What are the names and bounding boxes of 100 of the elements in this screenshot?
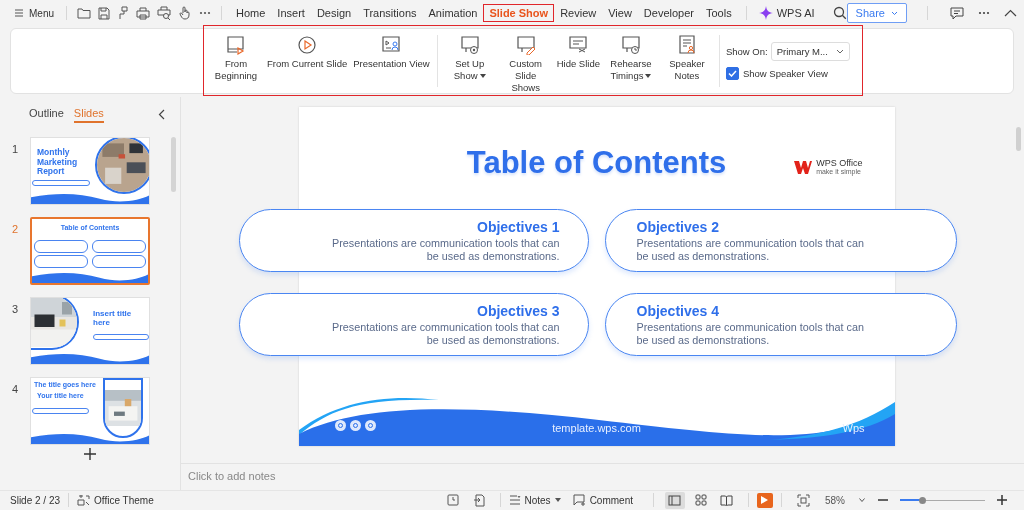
share-button[interactable]: Share bbox=[846, 3, 907, 23]
menu-icon[interactable] bbox=[14, 8, 24, 18]
comment-icon[interactable] bbox=[572, 494, 586, 506]
play-icon[interactable] bbox=[761, 496, 769, 504]
hand-icon[interactable] bbox=[179, 6, 192, 20]
text-line bbox=[32, 408, 89, 414]
ribbon-button[interactable]: From Current Slide bbox=[264, 35, 351, 70]
slide-number: 2 bbox=[12, 223, 20, 235]
pill-shape bbox=[34, 240, 88, 253]
theme-button[interactable]: Office Theme bbox=[77, 494, 154, 506]
slide-hidden-icon[interactable] bbox=[567, 35, 590, 55]
add-slide-icon[interactable] bbox=[84, 448, 96, 460]
collapse-panel-icon[interactable] bbox=[158, 108, 165, 120]
objective-text: Presentations are communication tools that can be used as demonstrations. bbox=[331, 237, 560, 262]
chevron-down-icon[interactable] bbox=[835, 48, 844, 54]
text-line bbox=[93, 334, 149, 340]
social-icon bbox=[349, 420, 361, 431]
collapse-icon[interactable] bbox=[1003, 9, 1017, 17]
scrollbar[interactable] bbox=[171, 137, 176, 192]
logo-icon bbox=[793, 159, 814, 175]
caret-icon[interactable] bbox=[554, 498, 561, 502]
ribbon-tab[interactable]: Animation bbox=[422, 4, 484, 22]
objective-text: Presentations are communication tools that can be used as demonstrations. bbox=[331, 321, 560, 346]
text-line bbox=[32, 180, 90, 186]
sparkle-icon[interactable] bbox=[758, 6, 773, 20]
thumbnail-title: Insert title here bbox=[93, 310, 133, 327]
objective-title: Objectives 1 bbox=[477, 219, 560, 235]
screen-clock-icon[interactable] bbox=[619, 35, 642, 55]
footer-url: template.wps.com bbox=[552, 422, 641, 434]
ribbon-tab[interactable]: Review bbox=[554, 4, 603, 22]
caret-icon[interactable] bbox=[645, 74, 652, 79]
print-preview-icon[interactable] bbox=[157, 6, 172, 20]
slide-thumbnail[interactable]: Insert title here bbox=[30, 297, 150, 365]
social-icon bbox=[364, 420, 376, 431]
ai-button[interactable]: WPS AI bbox=[754, 4, 819, 22]
comment-button[interactable]: Comment bbox=[572, 494, 633, 506]
notes-icon[interactable] bbox=[508, 495, 521, 505]
save-icon[interactable] bbox=[98, 6, 110, 20]
more-icon[interactable] bbox=[977, 11, 990, 15]
show-on-dropdown[interactable]: Primary M... bbox=[770, 41, 850, 61]
slide-counter: Slide 2 / 23 bbox=[10, 494, 61, 506]
more-icon[interactable] bbox=[199, 11, 211, 15]
ribbon-tab[interactable]: Home bbox=[230, 4, 272, 22]
ribbon-button[interactable]: Hide Slide bbox=[553, 35, 603, 70]
zoom-dropdown[interactable]: 58% bbox=[825, 494, 865, 506]
slide-thumbnail[interactable]: Monthly Marketing Report bbox=[30, 137, 150, 205]
objective-text: Presentations are communication tools that can be used as demonstrations. bbox=[636, 321, 865, 346]
slide-title: Table of Contents bbox=[466, 145, 727, 182]
slide-number: 1 bbox=[12, 143, 20, 155]
grid-view-icon[interactable] bbox=[695, 494, 707, 506]
checkbox[interactable] bbox=[725, 66, 739, 80]
objective-title: Objectives 3 bbox=[477, 303, 560, 319]
search-icon[interactable] bbox=[832, 6, 847, 20]
menu-button[interactable]: Menu bbox=[10, 5, 58, 21]
ribbon-tab[interactable]: View bbox=[602, 4, 638, 22]
ribbon-button[interactable]: Set Up Show bbox=[441, 35, 498, 82]
zoom-in-icon[interactable] bbox=[997, 495, 1007, 505]
social-icon bbox=[334, 420, 346, 431]
ribbon-tab[interactable]: Developer bbox=[637, 4, 700, 22]
play-icon[interactable] bbox=[296, 35, 319, 55]
ribbon-button[interactable]: From Beginning bbox=[208, 35, 264, 82]
screen-gear-icon[interactable] bbox=[458, 35, 481, 55]
thumbnail-title: Monthly Marketing Report bbox=[37, 148, 79, 177]
ribbon-tab[interactable]: Insert bbox=[271, 4, 311, 22]
export-icon[interactable] bbox=[472, 493, 485, 507]
caret-icon[interactable] bbox=[479, 74, 486, 79]
ribbon-button[interactable]: Presentation View bbox=[350, 35, 433, 70]
pill-shape bbox=[34, 255, 88, 268]
logo-name: WPS Office bbox=[816, 158, 863, 168]
fit-icon[interactable] bbox=[797, 493, 810, 507]
folder-icon[interactable] bbox=[77, 7, 91, 19]
ribbon-tab[interactable]: Transitions bbox=[357, 4, 423, 22]
play-button[interactable] bbox=[757, 492, 773, 508]
pill-shape bbox=[92, 240, 146, 253]
show-on-label: Show On: bbox=[725, 45, 768, 57]
objective-title: Objectives 2 bbox=[636, 219, 719, 235]
footer-brand: Wps bbox=[842, 422, 865, 434]
slide-number: 4 bbox=[12, 383, 20, 395]
slider-thumb[interactable] bbox=[919, 496, 927, 504]
ribbon-button[interactable]: Speaker Notes bbox=[658, 35, 715, 82]
panel-tab[interactable]: Outline bbox=[29, 105, 64, 123]
ribbon-button[interactable]: Rehearse Timings bbox=[602, 35, 659, 82]
theme-icon[interactable] bbox=[77, 494, 91, 506]
notes-button[interactable]: Notes bbox=[508, 494, 561, 506]
ribbon-button[interactable]: Custom Slide Shows bbox=[497, 35, 554, 94]
screen-arrow-icon[interactable] bbox=[225, 35, 247, 55]
slide-number: 3 bbox=[12, 303, 20, 315]
checkbox-label[interactable]: Show Speaker View bbox=[742, 67, 828, 79]
ribbon-tab[interactable]: Tools bbox=[700, 4, 738, 22]
print-icon[interactable] bbox=[136, 6, 150, 20]
objective-text: Presentations are communication tools that can be used as demonstrations. bbox=[636, 237, 865, 262]
pill-shape bbox=[92, 255, 146, 268]
comment-icon[interactable] bbox=[949, 6, 964, 20]
scrollbar[interactable] bbox=[1016, 127, 1021, 151]
presenter-icon[interactable] bbox=[380, 35, 403, 55]
chevron-down-icon[interactable] bbox=[859, 498, 865, 502]
clock-icon[interactable] bbox=[446, 494, 459, 506]
ribbon-tab[interactable]: Design bbox=[310, 4, 358, 22]
objective-title: Objectives 4 bbox=[636, 303, 719, 319]
screen-pencil-icon[interactable] bbox=[514, 35, 537, 55]
